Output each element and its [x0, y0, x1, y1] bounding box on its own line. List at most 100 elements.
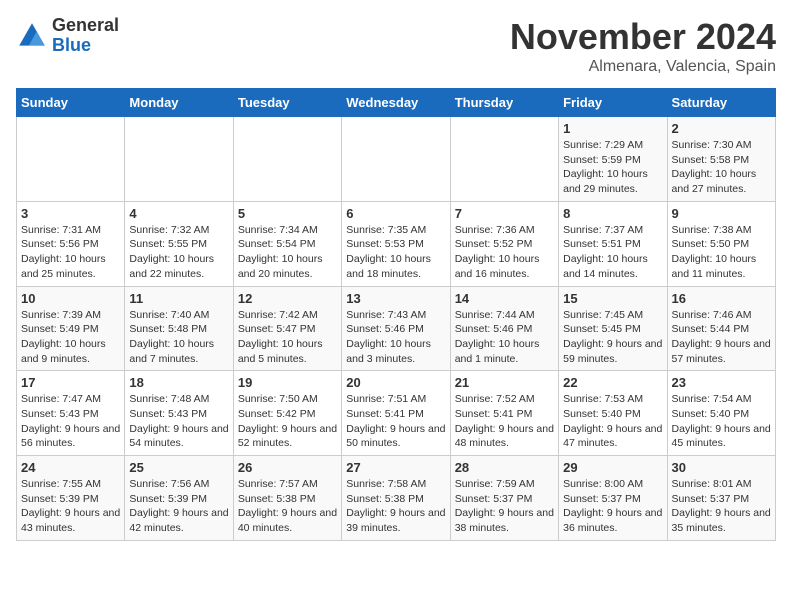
week-row-3: 17Sunrise: 7:47 AM Sunset: 5:43 PM Dayli… — [17, 371, 776, 456]
day-number: 9 — [672, 206, 771, 221]
day-info: Sunrise: 7:51 AM Sunset: 5:41 PM Dayligh… — [346, 392, 445, 451]
day-number: 13 — [346, 291, 445, 306]
location-title: Almenara, Valencia, Spain — [510, 58, 776, 76]
day-cell: 13 Sunrise: 7:43 AM Sunset: 5:46 PM Dayli… — [342, 286, 450, 371]
day-info: Sunrise: 7:32 AM Sunset: 5:55 PM Dayligh… — [129, 223, 228, 282]
day-number: 7 — [455, 206, 554, 221]
weekday-header-tuesday: Tuesday — [233, 89, 341, 117]
header: General Blue November 2024 Almenara, Val… — [16, 16, 776, 76]
title-area: November 2024 Almenara, Valencia, Spain — [510, 16, 776, 76]
day-info: Sunrise: 7:45 AM Sunset: 5:45 PM Dayligh… — [563, 308, 662, 367]
day-info: Sunrise: 7:37 AM Sunset: 5:51 PM Dayligh… — [563, 223, 662, 282]
day-info: Sunrise: 7:31 AM Sunset: 5:56 PM Dayligh… — [21, 223, 120, 282]
day-number: 12 — [238, 291, 337, 306]
day-info: Sunrise: 7:52 AM Sunset: 5:41 PM Dayligh… — [455, 392, 554, 451]
day-info: Sunrise: 7:30 AM Sunset: 5:58 PM Dayligh… — [672, 138, 771, 197]
day-info: Sunrise: 7:58 AM Sunset: 5:38 PM Dayligh… — [346, 477, 445, 536]
day-number: 25 — [129, 460, 228, 475]
day-cell: 5 Sunrise: 7:34 AM Sunset: 5:54 PM Daylig… — [233, 201, 341, 286]
weekday-header-wednesday: Wednesday — [342, 89, 450, 117]
day-cell: 18 Sunrise: 7:48 AM Sunset: 5:43 PM Dayli… — [125, 371, 233, 456]
day-cell: 14Sunrise: 7:44 AM Sunset: 5:46 PM Dayli… — [450, 286, 558, 371]
weekday-header-saturday: Saturday — [667, 89, 775, 117]
day-number: 28 — [455, 460, 554, 475]
day-cell: 22Sunrise: 7:53 AM Sunset: 5:40 PM Dayli… — [559, 371, 667, 456]
day-cell: 10 Sunrise: 7:39 AM Sunset: 5:49 PM Dayli… — [17, 286, 125, 371]
weekday-header-monday: Monday — [125, 89, 233, 117]
day-number: 8 — [563, 206, 662, 221]
day-cell: 2Sunrise: 7:30 AM Sunset: 5:58 PM Daylig… — [667, 117, 775, 202]
week-row-1: 3 Sunrise: 7:31 AM Sunset: 5:56 PM Daylig… — [17, 201, 776, 286]
day-number: 1 — [563, 121, 662, 136]
day-info: Sunrise: 7:46 AM Sunset: 5:44 PM Dayligh… — [672, 308, 771, 367]
day-number: 4 — [129, 206, 228, 221]
day-info: Sunrise: 7:57 AM Sunset: 5:38 PM Dayligh… — [238, 477, 337, 536]
day-info: Sunrise: 8:00 AM Sunset: 5:37 PM Dayligh… — [563, 477, 662, 536]
day-cell: 4 Sunrise: 7:32 AM Sunset: 5:55 PM Daylig… — [125, 201, 233, 286]
day-number: 21 — [455, 375, 554, 390]
day-number: 6 — [346, 206, 445, 221]
day-number: 20 — [346, 375, 445, 390]
day-info: Sunrise: 7:54 AM Sunset: 5:40 PM Dayligh… — [672, 392, 771, 451]
day-cell: 3 Sunrise: 7:31 AM Sunset: 5:56 PM Daylig… — [17, 201, 125, 286]
weekday-header-friday: Friday — [559, 89, 667, 117]
logo-icon — [16, 20, 48, 52]
week-row-0: 1Sunrise: 7:29 AM Sunset: 5:59 PM Daylig… — [17, 117, 776, 202]
day-cell: 29Sunrise: 8:00 AM Sunset: 5:37 PM Dayli… — [559, 456, 667, 541]
day-info: Sunrise: 7:43 AM Sunset: 5:46 PM Dayligh… — [346, 308, 445, 367]
day-number: 16 — [672, 291, 771, 306]
day-cell: 11Sunrise: 7:40 AM Sunset: 5:48 PM Dayli… — [125, 286, 233, 371]
day-cell: 19 Sunrise: 7:50 AM Sunset: 5:42 PM Dayli… — [233, 371, 341, 456]
day-info: Sunrise: 7:56 AM Sunset: 5:39 PM Dayligh… — [129, 477, 228, 536]
day-cell: 30Sunrise: 8:01 AM Sunset: 5:37 PM Dayli… — [667, 456, 775, 541]
day-info: Sunrise: 7:38 AM Sunset: 5:50 PM Dayligh… — [672, 223, 771, 282]
month-title: November 2024 — [510, 16, 776, 58]
day-info: Sunrise: 7:50 AM Sunset: 5:42 PM Dayligh… — [238, 392, 337, 451]
day-number: 27 — [346, 460, 445, 475]
day-number: 18 — [129, 375, 228, 390]
day-cell: 25 Sunrise: 7:56 AM Sunset: 5:39 PM Dayli… — [125, 456, 233, 541]
day-cell: 16 Sunrise: 7:46 AM Sunset: 5:44 PM Dayli… — [667, 286, 775, 371]
day-cell: 23 Sunrise: 7:54 AM Sunset: 5:40 PM Dayli… — [667, 371, 775, 456]
calendar-body: 1Sunrise: 7:29 AM Sunset: 5:59 PM Daylig… — [17, 117, 776, 541]
day-cell: 7 Sunrise: 7:36 AM Sunset: 5:52 PM Daylig… — [450, 201, 558, 286]
day-info: Sunrise: 7:42 AM Sunset: 5:47 PM Dayligh… — [238, 308, 337, 367]
day-cell — [342, 117, 450, 202]
day-info: Sunrise: 7:48 AM Sunset: 5:43 PM Dayligh… — [129, 392, 228, 451]
day-number: 15 — [563, 291, 662, 306]
day-cell: 1Sunrise: 7:29 AM Sunset: 5:59 PM Daylig… — [559, 117, 667, 202]
day-info: Sunrise: 7:36 AM Sunset: 5:52 PM Dayligh… — [455, 223, 554, 282]
day-info: Sunrise: 7:34 AM Sunset: 5:54 PM Dayligh… — [238, 223, 337, 282]
day-cell: 27 Sunrise: 7:58 AM Sunset: 5:38 PM Dayli… — [342, 456, 450, 541]
day-info: Sunrise: 7:55 AM Sunset: 5:39 PM Dayligh… — [21, 477, 120, 536]
day-cell — [17, 117, 125, 202]
day-info: Sunrise: 7:44 AM Sunset: 5:46 PM Dayligh… — [455, 308, 554, 367]
day-info: Sunrise: 7:53 AM Sunset: 5:40 PM Dayligh… — [563, 392, 662, 451]
day-number: 24 — [21, 460, 120, 475]
day-cell — [125, 117, 233, 202]
day-cell: 24 Sunrise: 7:55 AM Sunset: 5:39 PM Dayli… — [17, 456, 125, 541]
day-cell: 15 Sunrise: 7:45 AM Sunset: 5:45 PM Dayli… — [559, 286, 667, 371]
day-cell: 28 Sunrise: 7:59 AM Sunset: 5:37 PM Dayli… — [450, 456, 558, 541]
day-cell: 12 Sunrise: 7:42 AM Sunset: 5:47 PM Dayli… — [233, 286, 341, 371]
day-number: 3 — [21, 206, 120, 221]
day-info: Sunrise: 7:59 AM Sunset: 5:37 PM Dayligh… — [455, 477, 554, 536]
day-number: 5 — [238, 206, 337, 221]
day-cell: 8 Sunrise: 7:37 AM Sunset: 5:51 PM Daylig… — [559, 201, 667, 286]
logo: General Blue — [16, 16, 119, 56]
day-cell — [233, 117, 341, 202]
day-cell: 17Sunrise: 7:47 AM Sunset: 5:43 PM Dayli… — [17, 371, 125, 456]
week-row-2: 10 Sunrise: 7:39 AM Sunset: 5:49 PM Dayli… — [17, 286, 776, 371]
day-number: 10 — [21, 291, 120, 306]
day-info: Sunrise: 7:35 AM Sunset: 5:53 PM Dayligh… — [346, 223, 445, 282]
day-info: Sunrise: 7:39 AM Sunset: 5:49 PM Dayligh… — [21, 308, 120, 367]
day-info: Sunrise: 7:47 AM Sunset: 5:43 PM Dayligh… — [21, 392, 120, 451]
day-cell: 21 Sunrise: 7:52 AM Sunset: 5:41 PM Dayli… — [450, 371, 558, 456]
day-number: 23 — [672, 375, 771, 390]
day-number: 19 — [238, 375, 337, 390]
logo-text: General Blue — [52, 16, 119, 56]
weekday-header-row: SundayMondayTuesdayWednesdayThursdayFrid… — [17, 89, 776, 117]
weekday-header-sunday: Sunday — [17, 89, 125, 117]
day-number: 11 — [129, 291, 228, 306]
day-number: 26 — [238, 460, 337, 475]
